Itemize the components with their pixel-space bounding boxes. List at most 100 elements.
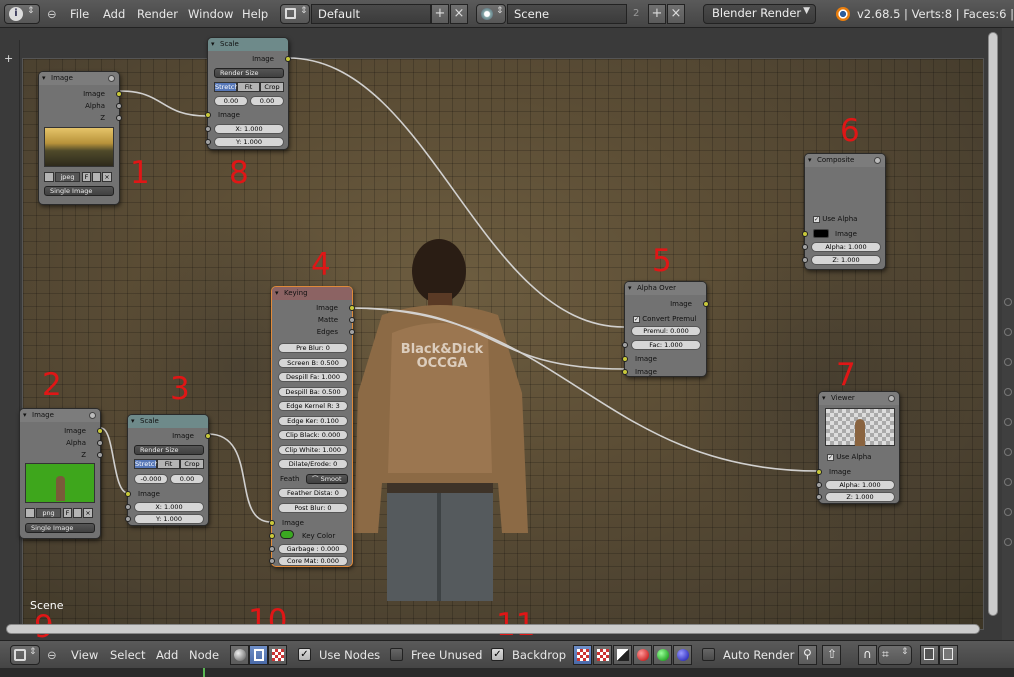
premul-field[interactable]: Premul: 0.000 xyxy=(631,326,701,336)
input-socket[interactable] xyxy=(622,356,628,362)
node-preview-toggle[interactable] xyxy=(874,157,881,164)
snap-element-select[interactable]: ⌗ ⇕ xyxy=(878,645,912,665)
scale-mode-fit[interactable]: Fit xyxy=(237,82,260,92)
input-socket[interactable] xyxy=(205,139,211,145)
composite-alpha-field[interactable]: Alpha: 1.000 xyxy=(811,242,881,252)
scene-field[interactable]: Scene xyxy=(507,4,627,24)
menu-view[interactable]: View xyxy=(71,645,98,665)
menu-add[interactable]: Add xyxy=(103,4,125,24)
node-preview-toggle[interactable] xyxy=(89,412,96,419)
image-source-select[interactable]: Single Image xyxy=(25,523,95,533)
viewer-z-field[interactable]: Z: 1.000 xyxy=(825,492,895,502)
horizontal-scrollbar[interactable] xyxy=(6,624,980,634)
editor-type-button[interactable]: ⇕ xyxy=(10,645,40,665)
image-color-swatch[interactable] xyxy=(813,229,829,238)
backdrop-channel-red[interactable] xyxy=(633,645,652,665)
scale-mode-stretch[interactable]: Stretch xyxy=(134,459,158,469)
collapse-menu-icon[interactable]: ⊖ xyxy=(47,645,57,665)
menu-file[interactable]: File xyxy=(70,4,89,24)
keying-param-field[interactable]: Edge Kernel R: 3 xyxy=(278,401,348,411)
add-scene-button[interactable]: + xyxy=(648,4,666,24)
backdrop-channels-color-alpha[interactable] xyxy=(573,645,592,665)
snap-toggle-button[interactable]: ∩ xyxy=(858,645,877,665)
output-socket[interactable] xyxy=(97,440,103,446)
tree-type-texture-button[interactable] xyxy=(268,645,287,665)
input-socket[interactable] xyxy=(125,504,131,510)
image-filename-field[interactable]: png xyxy=(36,508,61,518)
editor-type-button[interactable]: i ⇕ xyxy=(4,4,40,24)
output-socket[interactable] xyxy=(205,433,211,439)
backdrop-checkbox[interactable]: ✓ xyxy=(491,648,504,661)
output-socket[interactable] xyxy=(349,305,355,311)
fac-field[interactable]: Fac: 1.000 xyxy=(631,340,701,350)
use-nodes-checkbox[interactable]: ✓ xyxy=(298,648,311,661)
node-header[interactable]: Scale xyxy=(208,38,288,51)
keying-node[interactable]: Keying Image Matte Edges Pre Blur: 0 Scr… xyxy=(269,286,355,567)
image-browse-button[interactable] xyxy=(25,508,35,518)
image-browse-button[interactable] xyxy=(44,172,54,182)
core-matte-field[interactable]: Core Mat: 0.000 xyxy=(278,556,348,566)
scale-x-field[interactable]: X: 1.000 xyxy=(134,502,204,512)
viewer-alpha-field[interactable]: Alpha: 1.000 xyxy=(825,480,895,490)
input-socket[interactable] xyxy=(816,469,822,475)
scale-mode-crop[interactable]: Crop xyxy=(180,459,204,469)
offset-y-field[interactable]: 0.00 xyxy=(250,96,284,106)
input-socket[interactable] xyxy=(125,516,131,522)
node-preview-toggle[interactable] xyxy=(108,75,115,82)
vertical-scrollbar[interactable] xyxy=(988,32,998,616)
menu-select[interactable]: Select xyxy=(110,645,145,665)
node-header[interactable]: Scale xyxy=(128,415,208,428)
output-socket[interactable] xyxy=(349,317,355,323)
keying-param-field[interactable]: Dilate/Erode: 0 xyxy=(278,459,348,469)
keying-param-field[interactable]: Edge Ker: 0.100 xyxy=(278,416,348,426)
scale-y-field[interactable]: Y: 1.000 xyxy=(214,137,284,147)
input-socket[interactable] xyxy=(205,126,211,132)
screen-layout-icon-button[interactable]: ⇕ xyxy=(280,4,310,24)
node-header[interactable]: Composite xyxy=(805,154,885,167)
output-socket[interactable] xyxy=(116,103,122,109)
post-blur-field[interactable]: Post Blur: 0 xyxy=(278,503,348,513)
feather-distance-field[interactable]: Feather Dista: 0 xyxy=(278,488,348,498)
node-header[interactable]: Keying xyxy=(272,287,352,300)
pin-button[interactable]: ⚲ xyxy=(798,645,817,665)
image-source-select[interactable]: Single Image xyxy=(44,186,114,196)
scale-y-field[interactable]: Y: 1.000 xyxy=(134,514,204,524)
viewer-node[interactable]: Viewer ✓ Use Alpha Image Alpha: 1.000 Z:… xyxy=(816,391,900,504)
scale-space-select[interactable]: Render Size xyxy=(134,445,204,455)
node-editor[interactable]: + Black&Dick OCCGA ▾ Image Image Alpha Z… xyxy=(0,28,1014,643)
input-socket[interactable] xyxy=(125,491,131,497)
input-socket[interactable] xyxy=(205,112,211,118)
screen-layout-field[interactable]: Default xyxy=(311,4,431,24)
node-header[interactable]: Image xyxy=(20,409,100,422)
image-unlink-button[interactable]: × xyxy=(102,172,112,182)
output-socket[interactable] xyxy=(97,452,103,458)
convert-premul-checkbox[interactable]: ✓ Convert Premul xyxy=(633,315,696,323)
scale-x-field[interactable]: X: 1.000 xyxy=(214,124,284,134)
scale-mode-stretch[interactable]: Stretch xyxy=(214,82,238,92)
input-socket[interactable] xyxy=(622,342,628,348)
use-alpha-checkbox[interactable]: ✓ Use Alpha xyxy=(813,215,857,223)
image-new-button[interactable] xyxy=(92,172,101,182)
render-engine-select[interactable]: Blender Render ▼ xyxy=(703,4,816,24)
tree-type-shader-button[interactable] xyxy=(230,645,249,665)
node-header[interactable]: Viewer xyxy=(819,392,899,405)
key-color-swatch[interactable] xyxy=(280,530,294,539)
scale-node-1[interactable]: Scale Image Render Size Stretch Fit Crop… xyxy=(205,37,291,150)
feather-falloff-select[interactable]: ⌒ Smoot xyxy=(306,474,348,484)
output-socket[interactable] xyxy=(349,329,355,335)
keying-param-field[interactable]: Pre Blur: 0 xyxy=(278,343,348,353)
paste-nodes-button[interactable] xyxy=(939,645,958,665)
keying-param-field[interactable]: Despill Fa: 1.000 xyxy=(278,372,348,382)
backdrop-channels-color[interactable] xyxy=(593,645,612,665)
input-socket[interactable] xyxy=(816,482,822,488)
menu-help[interactable]: Help xyxy=(242,4,268,24)
image-fake-user-button[interactable]: F xyxy=(82,172,91,182)
garbage-matte-field[interactable]: Garbage : 0.000 xyxy=(278,544,348,554)
scale-mode-crop[interactable]: Crop xyxy=(260,82,284,92)
free-unused-checkbox[interactable] xyxy=(390,648,403,661)
keying-param-field[interactable]: Clip Black: 0.000 xyxy=(278,430,348,440)
collapse-menu-icon[interactable]: ⊖ xyxy=(47,4,57,24)
delete-screen-button[interactable]: × xyxy=(450,4,468,24)
menu-render[interactable]: Render xyxy=(137,4,178,24)
scale-node-2[interactable]: Scale Image Render Size Stretch Fit Crop… xyxy=(125,414,211,526)
